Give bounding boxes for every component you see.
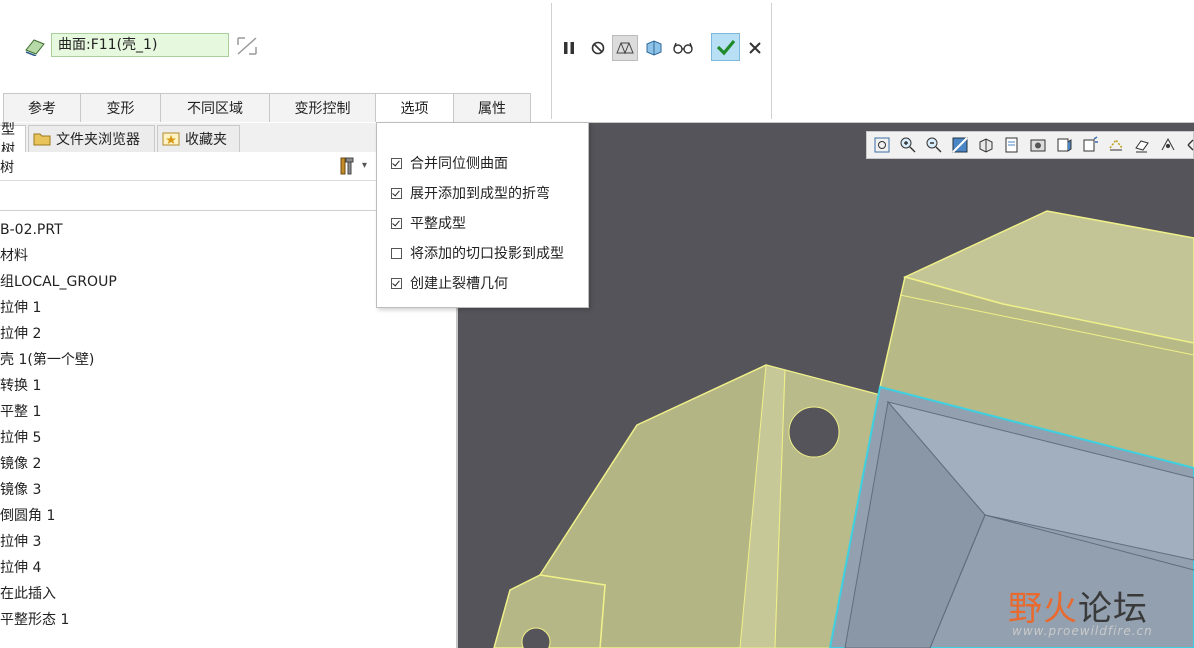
tab-favorites[interactable]: 收藏夹: [157, 125, 240, 152]
option-label: 创建止裂槽几何: [410, 276, 508, 292]
option-checkbox[interactable]: [391, 157, 402, 169]
folder-icon: [33, 133, 51, 146]
options-panel: 合并同位侧曲面展开添加到成型的折弯 平整成型将添加的切口投影到成型 创建止裂槽几何: [376, 122, 589, 308]
datum-display-icon[interactable]: [1107, 136, 1125, 154]
zoom-out-icon[interactable]: [925, 136, 943, 154]
divider: [551, 3, 552, 119]
tree-item[interactable]: 倒圆角 1: [0, 503, 55, 529]
folder-browser-label: 文件夹浏览器: [56, 132, 140, 148]
prohibit-icon: [591, 41, 605, 55]
tab-model-tree[interactable]: 型树: [0, 122, 26, 158]
option-item[interactable]: 展开添加到成型的折弯: [391, 182, 550, 204]
option-checkbox[interactable]: [391, 247, 402, 259]
surface-collector-field[interactable]: 曲面:F11(壳_1): [51, 33, 229, 57]
watermark-url: www.proewildfire.cn: [1012, 624, 1153, 638]
option-label: 合并同位侧曲面: [410, 156, 508, 172]
pause-button[interactable]: [556, 35, 582, 61]
favorites-label: 收藏夹: [185, 132, 227, 148]
ok-button[interactable]: [711, 33, 740, 61]
option-label: 展开添加到成型的折弯: [410, 186, 550, 202]
option-checkbox[interactable]: [391, 187, 402, 199]
no-preview-button[interactable]: [585, 35, 611, 61]
orient-icon[interactable]: [1159, 136, 1177, 154]
display-style-icon[interactable]: [977, 136, 995, 154]
repaint-icon[interactable]: [951, 136, 969, 154]
preview-icon: [616, 42, 634, 55]
refit-icon[interactable]: [873, 136, 891, 154]
tab-deform[interactable]: 变形: [80, 93, 161, 122]
spin-center-icon[interactable]: [1081, 136, 1099, 154]
zoom-in-icon[interactable]: [899, 136, 917, 154]
tree-item[interactable]: 壳 1(第一个壁): [0, 347, 94, 373]
divider: [771, 3, 772, 119]
cancel-button[interactable]: [742, 35, 768, 61]
option-item[interactable]: 创建止裂槽几何: [391, 272, 508, 294]
checkmark-icon: [716, 39, 735, 56]
option-item[interactable]: 合并同位侧曲面: [391, 152, 508, 174]
tree-item[interactable]: 组LOCAL_GROUP: [0, 269, 117, 295]
saved-views-icon[interactable]: [1003, 136, 1021, 154]
perspective-icon[interactable]: [1055, 136, 1073, 154]
view-manager-icon[interactable]: [1029, 136, 1047, 154]
settings-tools-icon[interactable]: [337, 156, 357, 176]
forum-watermark: 野火论坛: [1008, 581, 1148, 630]
favorites-icon: [162, 132, 180, 146]
tab-references[interactable]: 参考: [3, 93, 81, 122]
option-item[interactable]: 将添加的切口投影到成型: [391, 242, 564, 264]
verify-model-icon: [646, 40, 662, 56]
tree-item[interactable]: 在此插入: [0, 581, 56, 607]
pause-icon: [564, 42, 574, 54]
option-checkbox[interactable]: [391, 277, 402, 289]
tree-item[interactable]: 材料: [0, 243, 28, 269]
option-label: 将添加的切口投影到成型: [410, 246, 564, 262]
option-label: 平整成型: [410, 216, 466, 232]
tab-deform-control[interactable]: 变形控制: [269, 93, 376, 122]
chevron-down-icon[interactable]: ▾: [362, 160, 367, 171]
tree-item[interactable]: 拉伸 1: [0, 295, 41, 321]
tab-folder-browser[interactable]: 文件夹浏览器: [28, 125, 155, 152]
tree-item[interactable]: B-02.PRT: [0, 217, 63, 243]
close-icon: [749, 42, 761, 54]
tab-different-areas[interactable]: 不同区域: [160, 93, 270, 122]
preview-button[interactable]: [612, 35, 638, 61]
watermark-part2: 论坛: [1078, 589, 1148, 629]
option-item[interactable]: 平整成型: [391, 212, 466, 234]
watermark-part1: 野火: [1008, 589, 1078, 629]
more-icon[interactable]: [1185, 136, 1194, 154]
tab-properties[interactable]: 属性: [453, 93, 531, 122]
tree-item[interactable]: 拉伸 5: [0, 425, 41, 451]
tree-item[interactable]: 镜像 2: [0, 451, 41, 477]
glasses-icon: [673, 42, 693, 54]
tree-item[interactable]: 转换 1: [0, 373, 41, 399]
tree-item[interactable]: 拉伸 2: [0, 321, 41, 347]
flip-direction-icon[interactable]: [235, 35, 259, 57]
tree-item[interactable]: 镜像 3: [0, 477, 41, 503]
tree-item[interactable]: 拉伸 3: [0, 529, 41, 555]
tree-item[interactable]: 平整形态 1: [0, 607, 69, 633]
tree-item[interactable]: 拉伸 4: [0, 555, 41, 581]
tab-options[interactable]: 选项: [375, 93, 454, 123]
view-toolbar: [866, 131, 1194, 159]
tree-title: 树: [0, 160, 14, 176]
verify-button[interactable]: [641, 35, 667, 61]
surface-icon: [25, 39, 45, 56]
tree-item[interactable]: 平整 1: [0, 399, 41, 425]
option-checkbox[interactable]: [391, 217, 402, 229]
annotation-display-icon[interactable]: [1133, 136, 1151, 154]
glasses-preview-button[interactable]: [670, 35, 696, 61]
